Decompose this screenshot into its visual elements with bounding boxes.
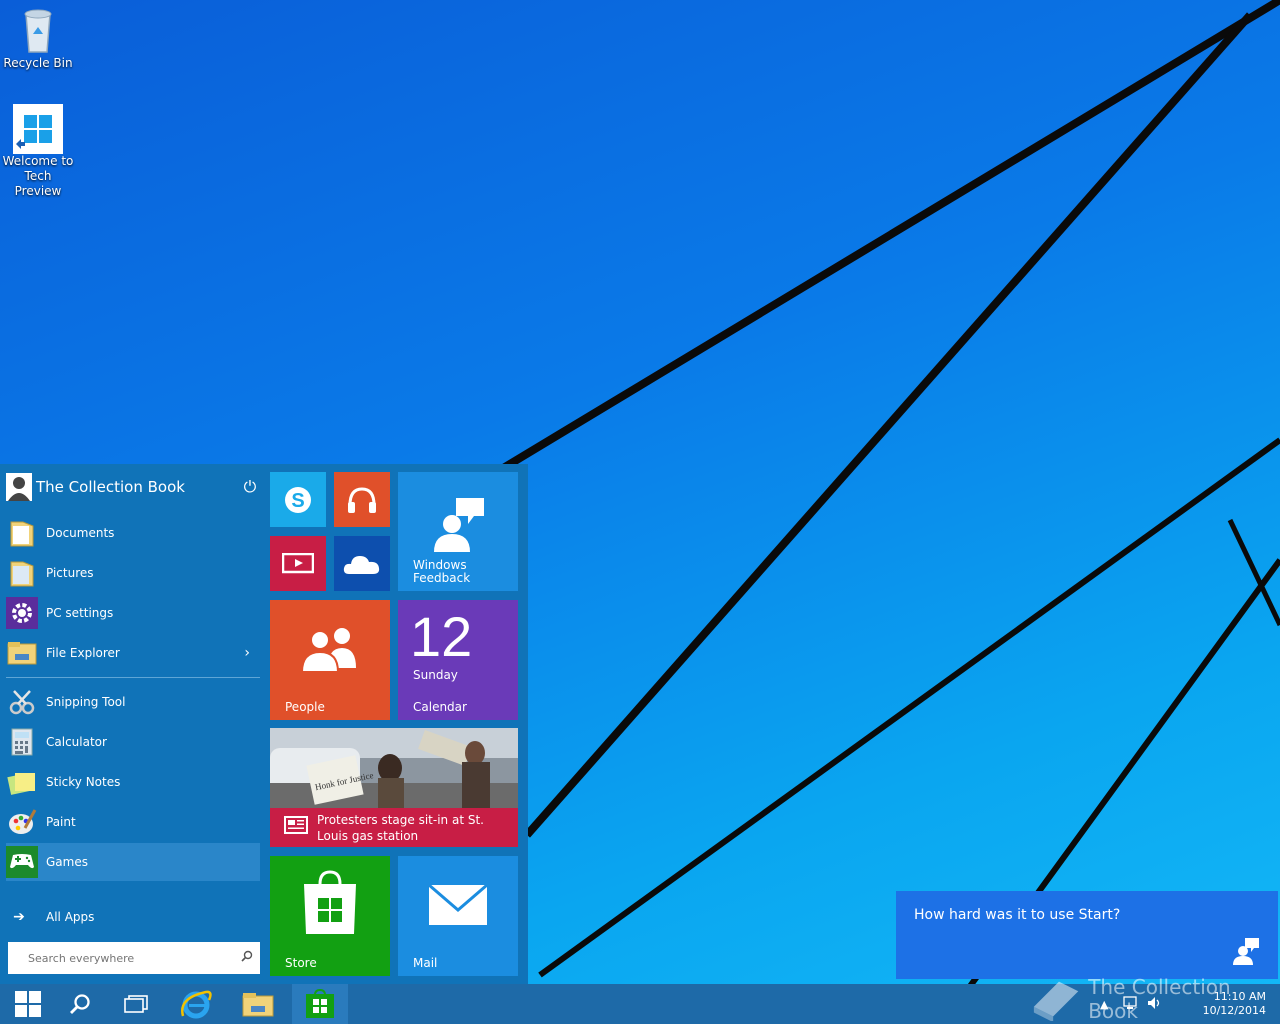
- recycle-bin-label: Recycle Bin: [3, 56, 73, 70]
- menu-item-label: PC settings: [46, 606, 114, 620]
- user-silhouette-icon: [6, 473, 32, 501]
- menu-item-sticky-notes[interactable]: Sticky Notes: [6, 763, 260, 801]
- menu-item-paint[interactable]: Paint: [6, 803, 260, 841]
- menu-item-label: Pictures: [46, 566, 94, 580]
- file-explorer-icon: [6, 637, 38, 669]
- welcome-desktop-icon[interactable]: Welcome to Tech Preview: [0, 104, 76, 199]
- menu-item-file-explorer[interactable]: File Explorer ›: [6, 634, 260, 672]
- tile-label: People: [285, 700, 325, 714]
- menu-item-label: Calculator: [46, 735, 107, 749]
- gear-icon: [6, 597, 38, 629]
- start-button[interactable]: [0, 984, 56, 1024]
- tile-label: Store: [285, 956, 317, 970]
- calendar-tile[interactable]: 12 Sunday Calendar: [398, 600, 518, 720]
- palette-icon: [6, 806, 38, 838]
- music-tile[interactable]: [334, 472, 390, 527]
- watermark: The Collection Book: [1030, 975, 1280, 1023]
- internet-explorer-icon: [181, 990, 212, 1019]
- menu-item-label: File Explorer: [46, 646, 120, 660]
- search-icon: [70, 994, 90, 1014]
- store-button[interactable]: [292, 984, 348, 1024]
- arrow-right-icon: ➔: [13, 909, 25, 925]
- menu-item-label: Snipping Tool: [46, 695, 126, 709]
- skype-icon: S: [270, 472, 326, 527]
- sticky-notes-icon: [6, 766, 38, 798]
- gamepad-icon: [6, 846, 38, 878]
- mail-icon: [428, 884, 488, 926]
- video-icon: [270, 536, 326, 591]
- headphones-icon: [334, 472, 390, 527]
- avatar: [6, 473, 32, 501]
- start-menu: The Collection Book ⏻ Documents Pictures…: [0, 464, 528, 984]
- folder-icon: [6, 557, 38, 589]
- all-apps-button[interactable]: ➔ All Apps: [6, 904, 260, 930]
- scissors-icon: [6, 686, 38, 718]
- menu-item-label: Sticky Notes: [46, 775, 121, 789]
- people-tile[interactable]: People: [270, 600, 390, 720]
- book-icon: [1033, 981, 1079, 1021]
- menu-item-label: Games: [46, 855, 88, 869]
- task-view-icon: [124, 995, 148, 1013]
- folder-icon: [242, 993, 274, 1017]
- news-photo: Honk for Justice: [270, 728, 518, 808]
- menu-item-snipping-tool[interactable]: Snipping Tool: [6, 683, 260, 721]
- tile-label-line2: Feedback: [413, 571, 471, 585]
- search-button[interactable]: [52, 984, 108, 1024]
- search-box[interactable]: [8, 942, 260, 974]
- svg-text:S: S: [291, 490, 304, 512]
- all-apps-label: All Apps: [46, 910, 95, 924]
- windows-logo-icon: [15, 991, 41, 1017]
- watermark-text: The Collection Book: [1088, 975, 1231, 1023]
- store-icon: [306, 989, 334, 1018]
- file-explorer-button[interactable]: [230, 984, 286, 1024]
- people-icon: [298, 624, 362, 674]
- windows-logo-icon: [13, 104, 63, 154]
- menu-item-documents[interactable]: Documents: [6, 514, 260, 552]
- skype-tile[interactable]: S: [270, 472, 326, 527]
- internet-explorer-button[interactable]: [168, 984, 224, 1024]
- menu-item-label: Documents: [46, 526, 115, 540]
- search-input[interactable]: [8, 950, 234, 966]
- feedback-toast[interactable]: How hard was it to use Start?: [896, 891, 1278, 979]
- tile-label: Calendar: [413, 700, 467, 714]
- welcome-label-line2: Tech Preview: [14, 169, 62, 198]
- menu-item-pictures[interactable]: Pictures: [6, 554, 260, 592]
- search-icon[interactable]: [234, 950, 260, 966]
- menu-item-pc-settings[interactable]: PC settings: [6, 594, 260, 632]
- folder-icon: [6, 517, 38, 549]
- calendar-day-number: 12: [410, 605, 473, 668]
- cloud-icon: [334, 536, 390, 591]
- newspaper-icon: [284, 816, 308, 838]
- power-icon[interactable]: ⏻: [238, 477, 262, 497]
- menu-item-label: Paint: [46, 815, 76, 829]
- tile-label: Windows Feedback: [413, 559, 470, 585]
- recycle-bin-icon: [24, 9, 52, 53]
- user-account-row[interactable]: The Collection Book ⏻: [6, 470, 262, 504]
- recycle-bin-desktop-icon[interactable]: Recycle Bin: [0, 6, 76, 71]
- task-view-button[interactable]: [108, 984, 164, 1024]
- divider: [6, 677, 260, 678]
- feedback-people-icon: [428, 494, 488, 554]
- menu-item-games[interactable]: Games: [6, 843, 260, 881]
- news-headline-line2: Louis gas station: [317, 829, 419, 843]
- news-tile[interactable]: Honk for Justice Protesters stage sit-in…: [270, 728, 518, 847]
- feedback-people-icon[interactable]: [1232, 937, 1260, 969]
- news-headline-line1: Protesters stage sit-in at St.: [317, 813, 484, 827]
- welcome-label-line1: Welcome to: [2, 154, 74, 168]
- user-name: The Collection Book: [36, 478, 185, 496]
- calculator-icon: [6, 726, 38, 758]
- calendar-day-name: Sunday: [413, 668, 458, 682]
- tile-label: Mail: [413, 956, 438, 970]
- start-left-pane: The Collection Book ⏻ Documents Pictures…: [0, 464, 262, 984]
- store-bag-icon: [300, 870, 360, 936]
- chevron-right-icon[interactable]: ›: [244, 645, 250, 661]
- store-tile[interactable]: Store: [270, 856, 390, 976]
- video-tile[interactable]: [270, 536, 326, 591]
- menu-item-calculator[interactable]: Calculator: [6, 723, 260, 761]
- toast-question: How hard was it to use Start?: [914, 907, 1121, 923]
- onedrive-tile[interactable]: [334, 536, 390, 591]
- windows-feedback-tile[interactable]: Windows Feedback: [398, 472, 518, 591]
- news-headline: Protesters stage sit-in at St. Louis gas…: [317, 812, 484, 844]
- mail-tile[interactable]: Mail: [398, 856, 518, 976]
